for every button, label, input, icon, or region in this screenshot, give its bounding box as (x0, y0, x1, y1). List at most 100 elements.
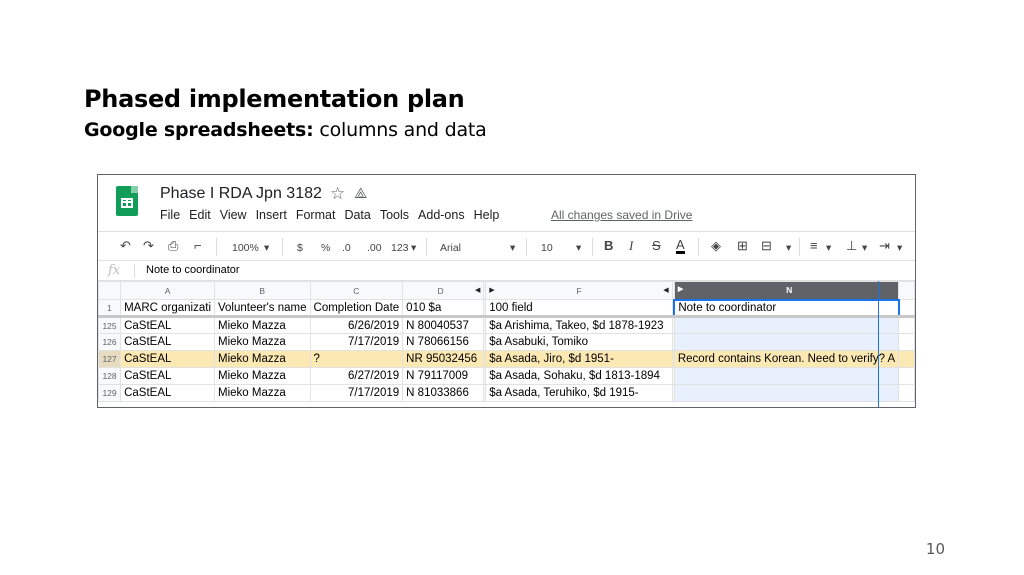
row-number[interactable]: 128 (98, 367, 122, 385)
table-cell[interactable]: Mieko Mazza (214, 333, 311, 351)
hidden-columns-arrow-icon[interactable]: ◀ (663, 286, 668, 294)
percent-button[interactable]: % (321, 240, 330, 256)
strikethrough-button[interactable]: S (652, 238, 661, 254)
column-header-c[interactable]: C (309, 281, 404, 300)
column-header-empty[interactable] (898, 281, 915, 300)
font-select[interactable]: Arial (440, 240, 461, 256)
chevron-down-icon[interactable]: ▾ (786, 240, 791, 256)
fill-color-icon[interactable]: ◈ (711, 238, 721, 254)
menu-insert[interactable]: Insert (256, 208, 287, 222)
table-cell[interactable] (898, 367, 915, 385)
redo-icon[interactable]: ↷ (143, 238, 154, 254)
font-size-select[interactable]: 10 (541, 240, 553, 256)
column-header-n[interactable]: ▶ N (673, 281, 900, 300)
table-cell[interactable]: NR 95032456 (402, 350, 485, 368)
print-icon[interactable]: ⎙ (168, 238, 178, 254)
menu-addons[interactable]: Add-ons (418, 208, 465, 222)
decrease-decimal-button[interactable]: .0 (342, 240, 351, 256)
table-cell[interactable] (673, 333, 900, 351)
table-cell[interactable]: CaStEAL (120, 333, 215, 351)
paint-format-icon[interactable]: ⌐ (194, 238, 202, 254)
merge-cells-icon[interactable]: ⊟ (761, 238, 772, 254)
saved-status-link[interactable]: All changes saved in Drive (551, 208, 692, 222)
menu-edit[interactable]: Edit (189, 208, 211, 222)
hidden-columns-arrow-icon[interactable]: ◀ (475, 286, 480, 294)
table-cell[interactable]: N 78066156 (402, 333, 485, 351)
table-cell[interactable]: Volunteer's name (214, 299, 311, 318)
increase-decimal-button[interactable]: .00 (367, 240, 382, 256)
table-cell[interactable]: ? (309, 350, 404, 368)
table-cell[interactable]: 7/17/2019 (309, 333, 404, 351)
table-cell[interactable]: N 81033866 (402, 384, 485, 402)
table-cell[interactable] (898, 316, 915, 334)
table-cell[interactable] (898, 384, 915, 402)
menu-tools[interactable]: Tools (380, 208, 409, 222)
row-number[interactable]: 125 (98, 316, 122, 334)
table-cell[interactable]: Mieko Mazza (214, 350, 311, 368)
column-header-a[interactable]: A (120, 281, 215, 300)
vertical-align-icon[interactable]: ⊥ (846, 238, 857, 254)
table-cell[interactable] (898, 333, 915, 351)
table-cell[interactable]: Record contains Korean. Need to verify? … (673, 350, 900, 368)
chevron-down-icon[interactable]: ▾ (264, 240, 269, 256)
number-format-button[interactable]: 123 (391, 240, 409, 256)
menu-view[interactable]: View (220, 208, 247, 222)
italic-button[interactable]: I (629, 238, 633, 254)
chevron-down-icon[interactable]: ▾ (510, 240, 515, 256)
column-header-b[interactable]: B (214, 281, 311, 300)
table-cell[interactable]: Completion Date (309, 299, 404, 318)
table-cell[interactable]: CaStEAL (120, 367, 215, 385)
chevron-down-icon[interactable]: ▾ (897, 240, 902, 256)
table-cell[interactable]: Mieko Mazza (214, 316, 311, 334)
sheets-logo-icon[interactable] (116, 186, 138, 216)
table-cell[interactable] (673, 384, 900, 402)
menu-data[interactable]: Data (344, 208, 370, 222)
document-title[interactable]: Phase I RDA Jpn 3182 (160, 185, 322, 203)
row-number[interactable]: 1 (98, 299, 122, 318)
text-wrap-icon[interactable]: ⇥ (879, 238, 890, 254)
table-cell[interactable]: 6/27/2019 (309, 367, 404, 385)
table-cell[interactable]: Mieko Mazza (214, 384, 311, 402)
hidden-columns-arrow-icon[interactable]: ▶ (678, 285, 683, 293)
currency-button[interactable]: $ (297, 240, 303, 256)
table-cell[interactable]: Mieko Mazza (214, 367, 311, 385)
star-icon[interactable]: ☆ (330, 184, 345, 204)
table-cell[interactable]: MARC organizati (120, 299, 215, 318)
borders-icon[interactable]: ⊞ (737, 238, 748, 254)
text-color-button[interactable]: A (676, 238, 685, 254)
chevron-down-icon[interactable]: ▾ (576, 240, 581, 256)
table-cell[interactable] (898, 350, 915, 368)
table-cell[interactable]: CaStEAL (120, 316, 215, 334)
table-cell[interactable]: N 80040537 (402, 316, 485, 334)
table-cell[interactable] (673, 316, 900, 334)
select-all-corner[interactable] (98, 281, 122, 300)
selected-cell[interactable]: Note to coordinator (673, 298, 900, 318)
row-number[interactable]: 127 (98, 350, 122, 368)
table-cell[interactable] (673, 367, 900, 385)
table-cell[interactable]: 7/17/2019 (309, 384, 404, 402)
formula-input[interactable]: Note to coordinator (146, 264, 240, 276)
zoom-select[interactable]: 100% (232, 240, 259, 256)
table-cell[interactable]: 6/26/2019 (309, 316, 404, 334)
table-cell[interactable]: N 79117009 (402, 367, 485, 385)
row-number[interactable]: 126 (98, 333, 122, 351)
row-number[interactable]: 129 (98, 384, 122, 402)
table-cell[interactable]: CaStEAL (120, 350, 215, 368)
table-cell[interactable]: $a Asada, Teruhiko, $d 1915- (485, 384, 673, 402)
table-cell[interactable]: 010 $a (402, 299, 485, 318)
table-cell[interactable]: CaStEAL (120, 384, 215, 402)
hidden-columns-arrow-icon[interactable]: ▶ (489, 286, 494, 294)
table-cell[interactable]: $a Arishima, Takeo, $d 1878-1923 (485, 316, 673, 334)
table-cell[interactable]: $a Asada, Jiro, $d 1951- (485, 350, 673, 368)
column-header-f[interactable]: ▶ F ◀ (485, 281, 673, 300)
chevron-down-icon[interactable]: ▾ (826, 240, 831, 256)
menu-file[interactable]: File (160, 208, 180, 222)
table-cell[interactable] (898, 299, 915, 318)
column-header-d[interactable]: D ◀ (402, 281, 485, 300)
chevron-down-icon[interactable]: ▾ (862, 240, 867, 256)
table-cell[interactable]: $a Asabuki, Tomiko (485, 333, 673, 351)
table-cell[interactable]: $a Asada, Sohaku, $d 1813-1894 (485, 367, 673, 385)
horizontal-align-icon[interactable]: ≡ (810, 238, 818, 254)
bold-button[interactable]: B (604, 238, 613, 254)
move-to-drive-icon[interactable]: ⟁ (354, 185, 367, 202)
